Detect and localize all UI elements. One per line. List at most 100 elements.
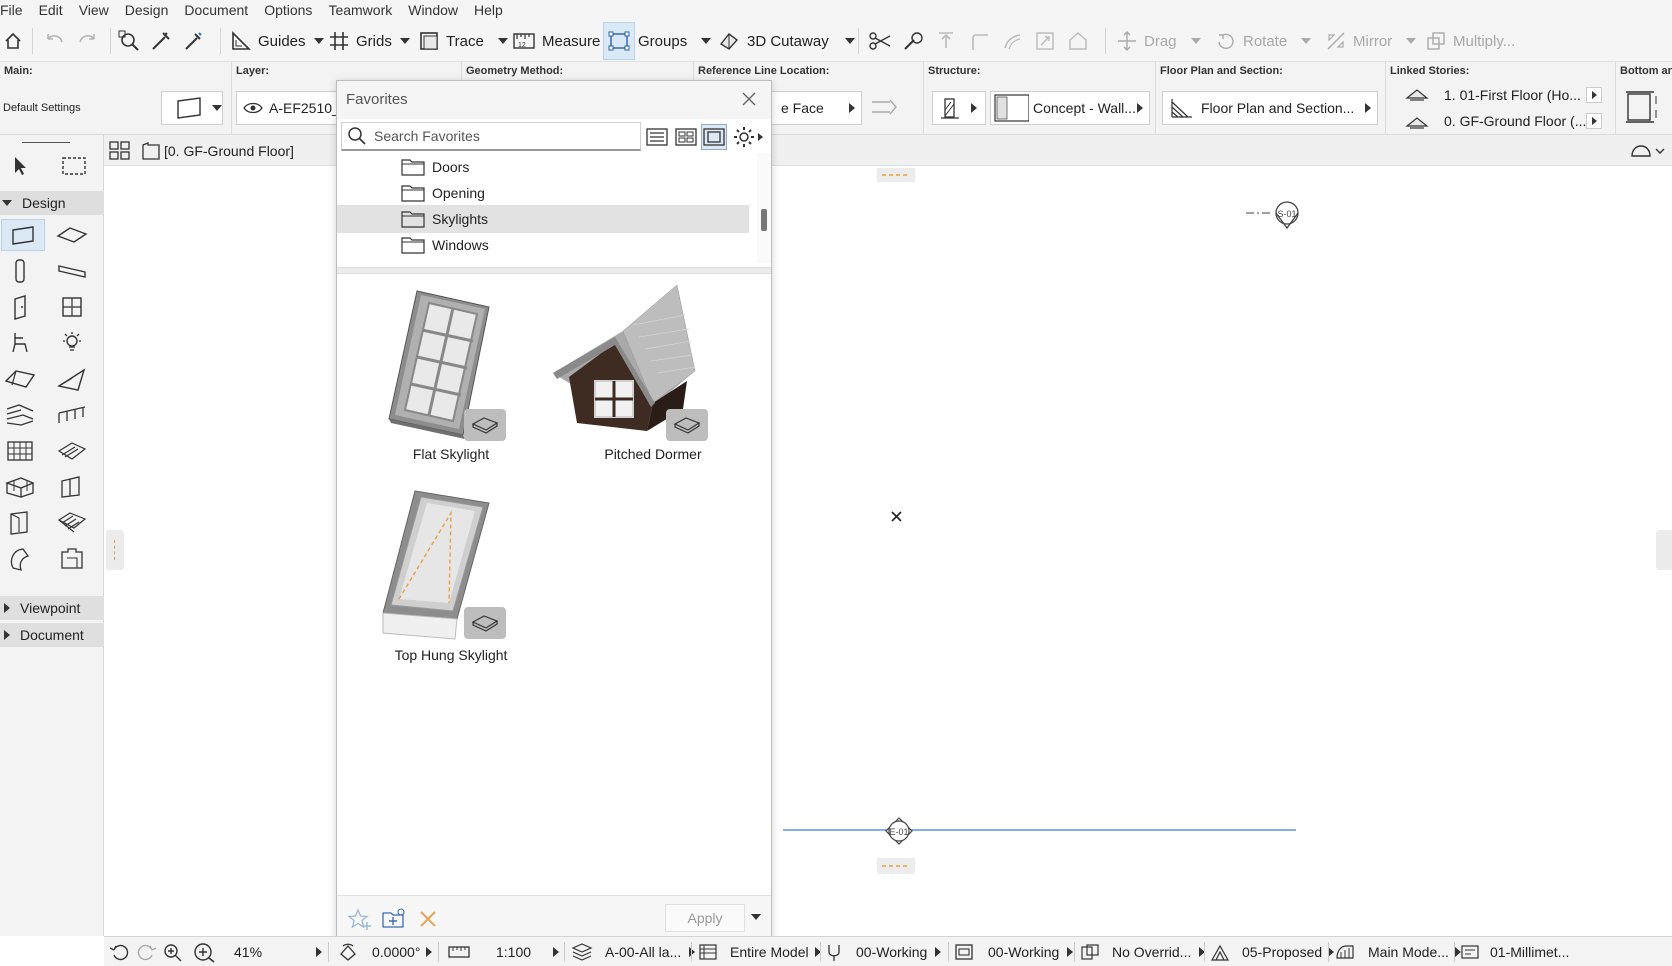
model-view-button[interactable]: Entire Model [698, 937, 821, 966]
menu-edit[interactable]: Edit [39, 2, 72, 18]
redo-icon[interactable] [76, 20, 100, 62]
home-icon[interactable] [3, 20, 23, 62]
floorplan-select[interactable]: Floor Plan and Section... [1162, 91, 1378, 125]
view-option-button[interactable]: 00-Working [954, 937, 1074, 966]
large-icon-view-icon[interactable] [701, 124, 727, 150]
grids-button[interactable]: Grids [328, 20, 410, 62]
search-input[interactable] [374, 128, 634, 144]
scale-arrow-icon[interactable] [553, 947, 559, 957]
trace-button[interactable]: Trace [418, 20, 508, 62]
renovation-filter-button[interactable]: 05-Proposed [1210, 937, 1335, 966]
model-option-button[interactable]: Main Mode... [1334, 937, 1461, 966]
right-edge-handle[interactable] [1656, 530, 1672, 570]
linked-bottom-arrow-icon[interactable] [1586, 113, 1602, 129]
door-tool[interactable] [2, 292, 38, 322]
linked-top-story-row[interactable]: 1. 01-First Floor (Ho... [1404, 84, 1610, 106]
menu-teamwork[interactable]: Teamwork [328, 2, 401, 18]
favorites-settings-gear-icon[interactable] [730, 124, 766, 150]
skylight-tool[interactable] [54, 472, 90, 502]
graphic-override-button[interactable]: No Overrid... [1080, 937, 1206, 966]
flip-refline-icon[interactable] [870, 96, 900, 121]
mesh-tool[interactable] [54, 436, 90, 466]
new-folder-icon[interactable] [381, 906, 407, 932]
zoom-arrow-icon[interactable] [316, 947, 322, 957]
apply-dropdown-icon[interactable] [751, 914, 761, 920]
lamp-tool[interactable] [54, 328, 90, 358]
window-tool[interactable] [54, 292, 90, 322]
scale-icon[interactable] [448, 937, 470, 966]
left-edge-handle[interactable] [106, 530, 124, 570]
groups-button[interactable]: Groups [638, 20, 712, 62]
3d-cutaway-button[interactable]: 3D Cutaway [717, 20, 855, 62]
linked-top-arrow-icon[interactable] [1586, 87, 1602, 103]
inject-parameters-icon[interactable] [182, 20, 204, 62]
apply-button[interactable]: Apply [665, 904, 745, 932]
undo-icon[interactable] [42, 20, 66, 62]
document-group-header[interactable]: Document [0, 623, 104, 647]
structure-type-select[interactable] [932, 91, 986, 125]
zoom-undo-icon[interactable] [108, 937, 130, 966]
stair-tool[interactable] [2, 400, 38, 430]
pen-set-button[interactable]: 00-Working [826, 937, 942, 966]
column-tool[interactable] [2, 256, 38, 286]
default-settings-label[interactable]: Default Settings [3, 102, 81, 114]
3d-cutaway-dropdown-icon[interactable] [844, 38, 855, 44]
dimension-button[interactable]: 01-Millimet... [1460, 937, 1569, 966]
favorite-item-pitched-dormer[interactable]: Pitched Dormer [553, 284, 753, 475]
favorites-splitter[interactable] [337, 267, 771, 274]
linked-bottom-story-row[interactable]: 0. GF-Ground Floor (... [1404, 110, 1610, 132]
building-element-tool[interactable] [54, 544, 90, 574]
rotation-icon[interactable] [338, 937, 358, 966]
canvas-bottom-handle[interactable] [877, 858, 915, 874]
folder-opening[interactable]: Opening [337, 179, 749, 207]
zoom-in-icon[interactable] [162, 937, 184, 966]
favorite-item-top-hung-skylight[interactable]: Top Hung Skylight [351, 487, 551, 677]
medium-icon-view-icon[interactable] [673, 124, 699, 150]
view-options-icon[interactable] [1628, 142, 1668, 163]
design-group-header[interactable]: Design [0, 191, 104, 215]
bottom-offset-icon[interactable] [1624, 88, 1664, 131]
menu-file[interactable]: File [0, 2, 32, 18]
magic-wand-icon[interactable] [902, 20, 926, 62]
split-icon[interactable] [868, 20, 892, 62]
beam-tool[interactable] [54, 256, 90, 286]
opening-tool[interactable] [2, 508, 38, 538]
rotation-arrow-icon[interactable] [426, 947, 432, 957]
scrollbar-thumb[interactable] [761, 209, 767, 231]
menu-view[interactable]: View [79, 2, 118, 18]
folder-skylights[interactable]: Skylights [337, 205, 749, 233]
guides-button[interactable]: Guides [230, 20, 324, 62]
menu-design[interactable]: Design [125, 2, 178, 18]
groups-dropdown-icon[interactable] [701, 38, 712, 44]
zoom-redo-icon[interactable] [136, 937, 158, 966]
marquee-tool[interactable] [56, 151, 92, 181]
fit-in-window-icon[interactable] [192, 937, 216, 966]
canvas-top-handle[interactable] [877, 168, 915, 182]
guides-dropdown-icon[interactable] [313, 38, 324, 44]
favorite-item-flat-skylight[interactable]: Flat Skylight [351, 285, 551, 475]
menu-document[interactable]: Document [184, 2, 257, 18]
navigator-grid-icon[interactable] [108, 140, 132, 165]
menu-options[interactable]: Options [264, 2, 321, 18]
slab-tool[interactable] [54, 220, 90, 250]
folder-doors[interactable]: Doors [337, 153, 749, 181]
shell-tool[interactable] [54, 364, 90, 394]
layer-combination-button[interactable]: A-00-All la... [571, 937, 696, 966]
tab-ground-floor[interactable]: [0. GF-Ground Floor] [140, 135, 294, 166]
settings-dropdown-icon[interactable] [212, 105, 222, 111]
viewpoint-group-header[interactable]: Viewpoint [0, 596, 104, 620]
roof-tool[interactable] [2, 364, 38, 394]
elevation-marker-e01[interactable]: E-01 [885, 817, 913, 845]
pick-up-parameters-icon[interactable] [150, 20, 172, 62]
new-favorite-star-icon[interactable] [347, 906, 373, 932]
grids-dropdown-icon[interactable] [399, 38, 410, 44]
menu-help[interactable]: Help [474, 2, 512, 18]
close-icon[interactable] [741, 91, 757, 110]
zoom-value[interactable]: 41% [234, 937, 288, 966]
delete-icon[interactable] [415, 906, 441, 932]
list-view-icon[interactable] [644, 124, 670, 150]
menu-window[interactable]: Window [408, 2, 467, 18]
favorites-search-box[interactable] [341, 122, 641, 151]
favorites-title-bar[interactable]: Favorites [337, 81, 771, 119]
curtain-wall-tool[interactable] [2, 436, 38, 466]
